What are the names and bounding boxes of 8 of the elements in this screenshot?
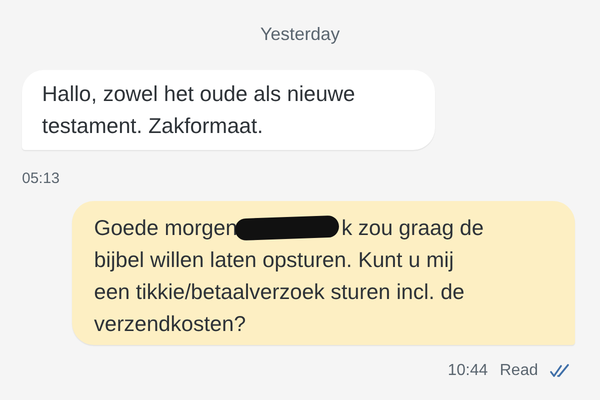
message-text: Hallo, zowel het oude als nieuwe testament. Zakformaat. bbox=[42, 81, 356, 140]
message-time: 10:44 bbox=[448, 362, 488, 380]
message-text: Goede morgen bbox=[94, 215, 238, 242]
date-divider: Yesterday bbox=[260, 24, 340, 45]
message-text: k zou graag de bbox=[341, 215, 484, 242]
message-status: Read bbox=[500, 362, 538, 380]
message-text: bijbel willen laten opsturen. Kunt u mij een tikkie/betaalverzoek sturen incl. de verzendkosten? bbox=[94, 247, 466, 338]
message-time: 05:13 bbox=[22, 170, 60, 187]
